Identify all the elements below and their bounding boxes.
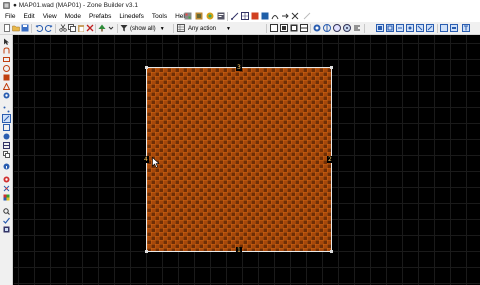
mode-7-icon[interactable] [440, 24, 448, 32]
vertex[interactable] [330, 250, 333, 253]
linedef-label: 4 [143, 156, 149, 163]
cursor-icon[interactable] [3, 38, 10, 45]
menu-edit[interactable]: Edit [23, 13, 34, 20]
action-filter-value: Any action [188, 25, 217, 32]
map-viewport[interactable]: 3 2 1 4 [14, 35, 480, 285]
vertex[interactable] [145, 250, 148, 253]
menu-tools[interactable]: Tools [152, 13, 167, 20]
window-title: ● MAP01.wad (MAP01) - Zone Builder v3.1 [13, 2, 138, 9]
snap-toggle-icon[interactable] [323, 24, 331, 32]
script-editor-icon[interactable] [217, 12, 225, 20]
chevron-down-icon: ▼ [226, 25, 231, 32]
things-mode-icon[interactable] [3, 133, 10, 140]
menu-file[interactable]: File [5, 13, 15, 20]
square-draw-icon[interactable] [3, 74, 10, 81]
vertex[interactable] [145, 66, 148, 69]
merge-geometry-icon[interactable] [251, 12, 259, 20]
action-filter-select[interactable]: Any action ▼ [188, 24, 231, 33]
text-mode-icon[interactable] [462, 24, 470, 32]
grid-toggle-icon[interactable] [313, 24, 321, 32]
hand-icon[interactable] [3, 47, 10, 54]
disabled-tool-icon [303, 12, 311, 20]
filter-icon[interactable] [120, 24, 128, 32]
undo-icon[interactable] [35, 24, 43, 32]
visual-mode-icon[interactable] [3, 142, 10, 149]
grid-snap-icon[interactable] [241, 12, 249, 20]
shape-icon[interactable] [3, 185, 10, 192]
mode-4-icon[interactable] [406, 24, 414, 32]
thing-palette-icon[interactable] [206, 12, 214, 20]
tree-filter-icon[interactable] [98, 24, 106, 32]
eye-icon[interactable] [3, 176, 10, 183]
copy-icon[interactable] [68, 24, 76, 32]
mode-3-icon[interactable] [396, 24, 404, 32]
vertex[interactable] [330, 66, 333, 69]
color-icon[interactable] [3, 194, 10, 201]
view-normal-icon[interactable] [270, 24, 278, 32]
mode-8-icon[interactable] [450, 24, 458, 32]
menu-mode[interactable]: Mode [65, 13, 81, 20]
things-filter-select[interactable]: (show all) ▼ [130, 24, 165, 33]
gear-icon[interactable] [3, 92, 10, 99]
linedef-label: 3 [236, 64, 242, 71]
split-lines-icon[interactable] [291, 12, 299, 20]
copy-icon[interactable] [3, 151, 10, 158]
menu-prefabs[interactable]: Prefabs [89, 13, 111, 20]
mode-sidebar [0, 35, 13, 285]
things-filter-value: (show all) [130, 25, 156, 32]
mode-2-icon[interactable] [386, 24, 394, 32]
chevron-down-icon: ▼ [159, 25, 165, 32]
open-map-icon[interactable] [12, 24, 20, 32]
checkmark-icon[interactable] [3, 217, 10, 224]
sector-fill-icon[interactable] [261, 12, 269, 20]
mode-6-icon[interactable] [426, 24, 434, 32]
toolbar-group-top [184, 12, 314, 21]
mode-5-icon[interactable] [416, 24, 424, 32]
vertices-mode-icon[interactable] [3, 106, 10, 113]
menu-view[interactable]: View [43, 13, 57, 20]
auto-merge-icon[interactable] [343, 24, 351, 32]
merge-toggle-icon[interactable] [333, 24, 341, 32]
new-map-icon[interactable] [3, 24, 11, 32]
linedef-label: 1 [236, 247, 242, 254]
delete-icon[interactable] [86, 24, 94, 32]
title-bar: ● MAP01.wad (MAP01) - Zone Builder v3.1 [0, 0, 480, 11]
info-icon[interactable] [3, 163, 10, 170]
menu-bar: File Edit View Mode Prefabs Linedefs Too… [0, 11, 480, 22]
align-icon[interactable] [353, 24, 361, 32]
zoom-icon[interactable] [3, 208, 10, 215]
map-sector[interactable] [146, 67, 332, 252]
view-brightness-icon[interactable] [280, 24, 288, 32]
curve-lines-icon[interactable] [271, 12, 279, 20]
redo-icon[interactable] [45, 24, 53, 32]
view-ceilings-icon[interactable] [300, 24, 308, 32]
settings-icon[interactable] [3, 226, 10, 233]
zone-builder-icon [3, 2, 10, 9]
mode-1-icon[interactable] [376, 24, 384, 32]
texture-browser-icon[interactable] [184, 12, 192, 20]
linedefs-mode-icon[interactable] [2, 114, 11, 123]
menu-linedefs[interactable]: Linedefs [119, 13, 144, 20]
mouse-cursor-icon [152, 157, 160, 168]
cut-icon[interactable] [59, 24, 67, 32]
paste-icon[interactable] [77, 24, 85, 32]
triangle-draw-icon[interactable] [3, 83, 10, 90]
save-map-icon[interactable] [21, 24, 29, 32]
ellipse-draw-icon[interactable] [3, 65, 10, 72]
flat-browser-icon[interactable] [195, 12, 203, 20]
rectangle-draw-icon[interactable] [3, 56, 10, 63]
flip-lines-icon[interactable] [281, 12, 289, 20]
linedef-label: 2 [327, 156, 333, 163]
view-floors-icon[interactable] [290, 24, 298, 32]
linedef-draw-icon[interactable] [231, 12, 239, 20]
action-grid-icon[interactable] [177, 24, 185, 32]
sectors-mode-icon[interactable] [3, 124, 10, 131]
filter-dropdown-icon[interactable] [107, 24, 115, 32]
main-toolbar: (show all) ▼ Any action ▼ [0, 22, 480, 35]
